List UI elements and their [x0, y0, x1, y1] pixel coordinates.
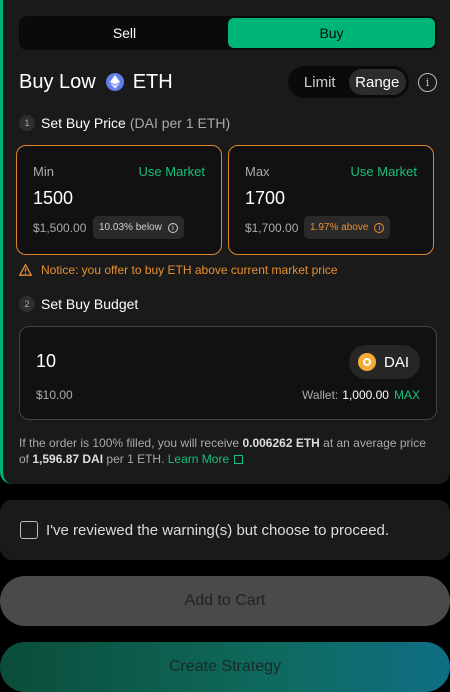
min-use-market-link[interactable]: Use Market [139, 164, 205, 179]
info-icon[interactable]: i [374, 222, 385, 233]
max-market-diff-badge: 1.97% above i [304, 216, 391, 239]
step-label: Set Buy Price [41, 115, 126, 131]
buy-sell-toggle: Sell Buy [19, 16, 437, 50]
price-notice: Notice: you offer to buy ETH above curre… [19, 263, 338, 277]
warning-checkbox[interactable] [20, 521, 38, 539]
summary-text: per 1 ETH. [103, 452, 168, 466]
sell-tab[interactable]: Sell [21, 18, 228, 48]
max-button[interactable]: MAX [394, 388, 420, 402]
learn-more-link[interactable]: Learn More [167, 452, 244, 466]
min-usd-value: $1,500.00 [33, 221, 87, 235]
warning-icon [19, 264, 32, 276]
step-buy-budget: 2 Set Buy Budget [19, 296, 138, 312]
min-badge-text: 10.03% below [99, 222, 162, 233]
max-price-box[interactable]: Max Use Market 1700 $1,700.00 1.97% abov… [228, 145, 434, 255]
budget-box: 10 DAI $10.00 Wallet: 1,000.00 MAX [19, 326, 437, 420]
step-sublabel: (DAI per 1 ETH) [129, 115, 231, 131]
warning-text: I've reviewed the warning(s) but choose … [46, 521, 390, 539]
buy-tab[interactable]: Buy [228, 18, 435, 48]
min-price-box[interactable]: Min Use Market 1500 $1,500.00 10.03% bel… [16, 145, 222, 255]
add-to-cart-button[interactable]: Add to Cart [0, 576, 450, 626]
learn-more-text: Learn More [167, 452, 230, 466]
summary-text: If the order is 100% filled, you will re… [19, 436, 243, 450]
max-badge-text: 1.97% above [310, 222, 369, 233]
min-price-input[interactable]: 1500 [33, 188, 73, 209]
limit-range-toggle: Limit Range [288, 66, 409, 98]
step-buy-price: 1 Set Buy Price (DAI per 1 ETH) [19, 115, 230, 131]
token-selector[interactable]: DAI [349, 345, 420, 379]
receive-amount: 0.006262 ETH [242, 436, 320, 450]
title-text: Buy Low [19, 70, 96, 93]
max-usd-value: $1,700.00 [245, 221, 299, 235]
wallet-value: 1,000.00 [342, 388, 389, 402]
wallet-label: Wallet: [302, 388, 339, 402]
max-price-input[interactable]: 1700 [245, 188, 285, 209]
order-panel: Sell Buy Buy Low ETH Limit Range i 1 Set… [0, 0, 450, 484]
create-strategy-button[interactable]: Create Strategy [0, 642, 450, 692]
eth-icon [105, 73, 124, 91]
warning-confirmation: I've reviewed the warning(s) but choose … [0, 500, 450, 560]
title-token: ETH [132, 70, 173, 93]
budget-usd-value: $10.00 [36, 388, 73, 402]
order-summary: If the order is 100% filled, you will re… [19, 435, 429, 467]
token-name: DAI [384, 353, 410, 371]
max-label: Max [245, 164, 270, 179]
min-label: Min [33, 164, 54, 179]
min-market-diff-badge: 10.03% below i [93, 216, 184, 239]
info-icon[interactable]: i [167, 222, 178, 233]
max-use-market-link[interactable]: Use Market [351, 164, 417, 179]
step-label: Set Buy Budget [41, 296, 139, 312]
limit-option[interactable]: Limit [291, 69, 349, 95]
budget-input[interactable]: 10 [36, 351, 56, 372]
info-icon[interactable]: i [418, 73, 437, 92]
step-number: 2 [19, 296, 35, 312]
step-number: 1 [19, 115, 35, 131]
notice-text: Notice: you offer to buy ETH above curre… [41, 263, 338, 277]
wallet-balance: Wallet: 1,000.00 MAX [302, 388, 420, 402]
range-option[interactable]: Range [348, 69, 406, 95]
dai-icon [358, 353, 376, 371]
external-link-icon [234, 455, 244, 464]
average-price: 1,596.87 DAI [32, 452, 104, 466]
